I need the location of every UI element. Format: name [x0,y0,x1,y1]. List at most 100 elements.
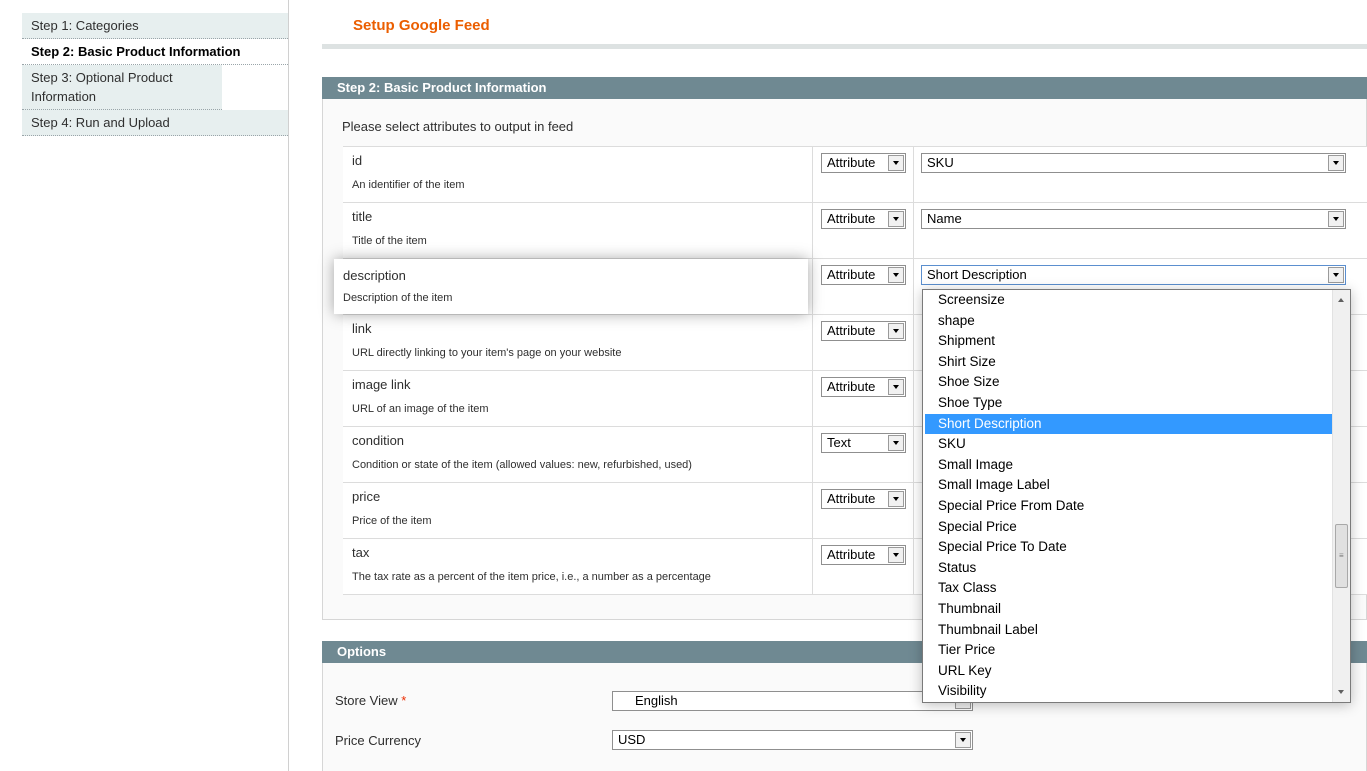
section-header-basic: Step 2: Basic Product Information [322,77,1367,99]
dropdown-option[interactable]: Small Image [923,455,1350,476]
select-value: Attribute [827,379,876,394]
dropdown-option[interactable]: Thumbnail Label [923,620,1350,641]
attr-description: URL directly linking to your item's page… [352,347,622,359]
attribute-select[interactable]: SKU [921,153,1346,173]
price-currency-label: Price Currency [335,733,421,748]
attribute-select-open[interactable]: Short Description [921,265,1346,285]
scroll-down-icon[interactable] [1338,690,1344,694]
dropdown-option[interactable]: Tier Price [923,640,1350,661]
chevron-down-icon [888,323,904,339]
label-text: Store View [335,693,398,708]
grip-icon: ≡ [1339,551,1344,560]
dropdown-option[interactable]: Shoe Type [923,393,1350,414]
select-value: Attribute [827,155,876,170]
price-currency-select[interactable]: USD [612,730,973,750]
table-row: title Title of the item Attribute Name [343,203,1367,259]
chevron-down-icon [888,435,904,451]
dropdown-option[interactable]: Short Description [925,413,1350,435]
dropdown-option[interactable]: Shoe Size [923,372,1350,393]
attr-description: The tax rate as a percent of the item pr… [352,571,711,583]
attributes-hint: Please select attributes to output in fe… [342,119,574,134]
dropdown-options: Screensize shape Shipment Shirt Size Shoe Si… [923,290,1350,702]
chevron-down-icon [1328,267,1344,283]
attr-description: Condition or state of the item (allowed … [352,459,692,471]
attr-name: id [352,153,363,168]
select-value: Attribute [827,211,876,226]
attr-description: Description of the item [343,292,453,304]
sidebar-item-categories[interactable]: Step 1: Categories [22,13,288,39]
attr-name: description [343,268,406,283]
chevron-down-icon [888,547,904,563]
chevron-down-icon [888,155,904,171]
sidebar: Step 1: Categories Step 2: Basic Product… [0,0,289,771]
attr-name: condition [352,433,405,448]
chevron-down-icon [1328,211,1344,227]
source-type-select[interactable]: Attribute [821,209,906,229]
dropdown-option[interactable]: SKU [923,434,1350,455]
dropdown-option[interactable]: Small Image Label [923,475,1350,496]
attr-description: Title of the item [352,235,427,247]
dropdown-option[interactable]: Special Price [923,517,1350,538]
select-value: Attribute [827,267,876,282]
chevron-down-icon [888,211,904,227]
source-type-select[interactable]: Attribute [821,321,906,341]
page-title: Setup Google Feed [353,17,490,34]
required-mark: * [401,693,407,708]
select-value: Attribute [827,547,876,562]
attribute-dropdown-list[interactable]: Screensize shape Shipment Shirt Size Shoe Si… [922,289,1351,703]
dropdown-option[interactable]: Thumbnail [923,599,1350,620]
attr-label-cell: title Title of the item [343,203,813,258]
chevron-down-icon [888,379,904,395]
attr-description: An identifier of the item [352,179,465,191]
sidebar-item-basic-product-information[interactable]: Step 2: Basic Product Information [22,39,288,65]
dropdown-option[interactable]: Screensize [923,290,1350,311]
source-type-select[interactable]: Attribute [821,265,906,285]
dropdown-option[interactable]: URL Key [923,661,1350,682]
scrollbar-thumb[interactable]: ≡ [1335,524,1348,588]
dropdown-option[interactable]: Shirt Size [923,352,1350,373]
source-type-select[interactable]: Attribute [821,153,906,173]
dropdown-option[interactable]: Visibility [923,681,1350,702]
attr-label-cell: tax The tax rate as a percent of the ite… [343,539,813,594]
description-label-popout: description Description of the item [334,259,808,314]
attr-name: tax [352,545,370,560]
attr-name: link [352,321,372,336]
chevron-down-icon [888,491,904,507]
dropdown-option[interactable]: Special Price From Date [923,496,1350,517]
select-value: Attribute [827,323,876,338]
dropdown-option[interactable]: Shipment [923,331,1350,352]
dropdown-option[interactable]: Special Price To Date [923,537,1350,558]
attr-label-cell: condition Condition or state of the item… [343,427,813,482]
source-type-select[interactable]: Attribute [821,489,906,509]
table-row: id An identifier of the item Attribute S… [343,147,1367,203]
select-value: SKU [927,155,954,170]
dropdown-option[interactable]: shape [923,311,1350,332]
source-type-select[interactable]: Attribute [821,545,906,565]
select-value: Attribute [827,491,876,506]
attr-description: URL of an image of the item [352,403,489,415]
attr-label-cell: link URL directly linking to your item's… [343,315,813,370]
source-type-select[interactable]: Text [821,433,906,453]
store-view-select[interactable]: English [612,691,973,711]
sidebar-item-run-and-upload[interactable]: Step 4: Run and Upload [22,110,288,136]
scroll-up-icon[interactable] [1338,298,1344,302]
attribute-select[interactable]: Name [921,209,1346,229]
dropdown-option[interactable]: Status [923,558,1350,579]
source-type-select[interactable]: Attribute [821,377,906,397]
select-value: English [635,693,678,708]
attr-name: price [352,489,381,504]
attr-label-cell: image link URL of an image of the item [343,371,813,426]
attr-description: Price of the item [352,515,432,527]
dropdown-scrollbar[interactable]: ≡ [1332,290,1350,702]
attr-label-cell: id An identifier of the item [343,147,813,202]
select-value: Name [927,211,962,226]
sidebar-item-optional-product-information[interactable]: Step 3: Optional Product Information [22,65,222,110]
title-divider [322,44,1367,49]
attr-name: title [352,209,373,224]
dropdown-option[interactable]: Tax Class [923,578,1350,599]
store-view-label: Store View * [335,693,406,708]
select-value: USD [618,732,646,747]
attr-name: image link [352,377,411,392]
select-value: Short Description [927,267,1027,282]
chevron-down-icon [955,732,971,748]
